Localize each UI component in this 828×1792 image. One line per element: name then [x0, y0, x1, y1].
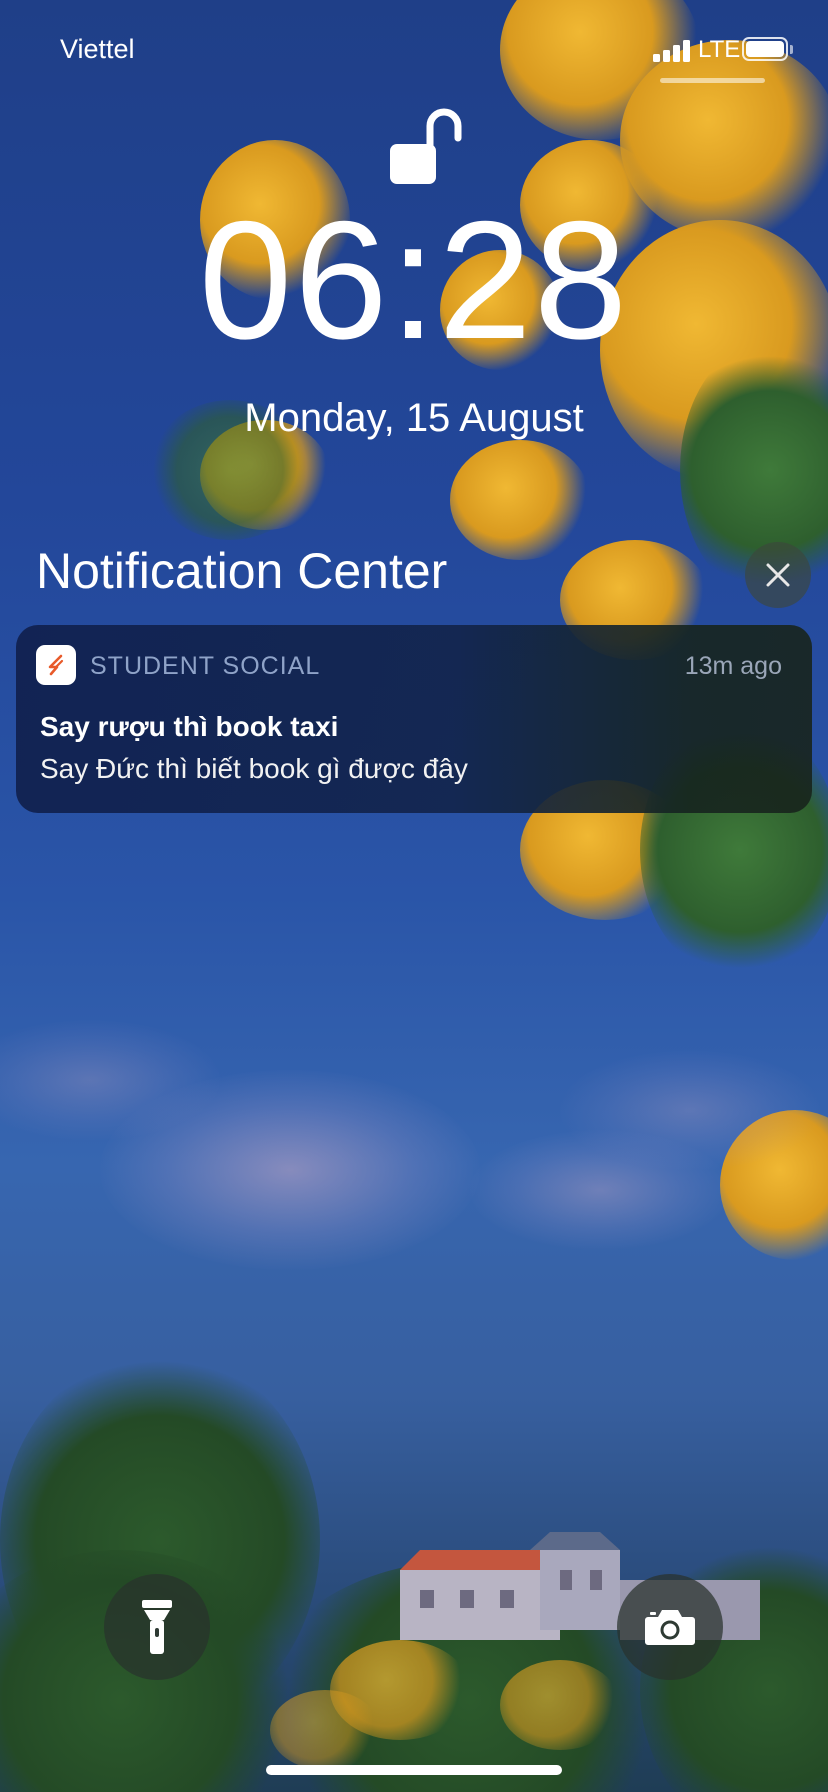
flashlight-button[interactable]	[104, 1574, 210, 1680]
notification-center-title: Notification Center	[36, 543, 448, 599]
battery-icon	[742, 37, 788, 61]
lock-screen-date: Monday, 15 August	[244, 396, 584, 440]
cellular-signal-icon	[653, 38, 691, 62]
camera-icon	[645, 1610, 695, 1645]
unlocked-padlock-icon	[390, 108, 462, 184]
carrier-label: Viettel	[60, 34, 135, 64]
control-center-indicator[interactable]	[660, 78, 765, 83]
lock-screen: Viettel LTE 06:28 Monday, 15 August Noti…	[0, 0, 828, 1792]
flashlight-icon	[142, 1600, 172, 1654]
building-illustration	[400, 1532, 760, 1640]
clear-notifications-button[interactable]	[745, 542, 811, 608]
notification-card[interactable]: STUDENT SOCIAL 13m ago Say rượu thì book…	[16, 625, 812, 813]
notification-title: Say rượu thì book taxi	[40, 711, 339, 742]
camera-button[interactable]	[617, 1574, 723, 1680]
home-indicator[interactable]	[266, 1765, 562, 1775]
close-icon	[766, 563, 790, 587]
network-type-label: LTE	[698, 36, 741, 63]
notification-body: Say Đức thì biết book gì được đây	[40, 753, 468, 784]
student-social-logo-icon	[36, 645, 76, 685]
status-bar: Viettel LTE	[0, 0, 828, 100]
notification-timestamp: 13m ago	[684, 652, 782, 680]
notification-app-name: STUDENT SOCIAL	[90, 652, 321, 680]
lock-screen-time: 06:28	[198, 186, 630, 374]
moon-icon	[492, 876, 528, 908]
